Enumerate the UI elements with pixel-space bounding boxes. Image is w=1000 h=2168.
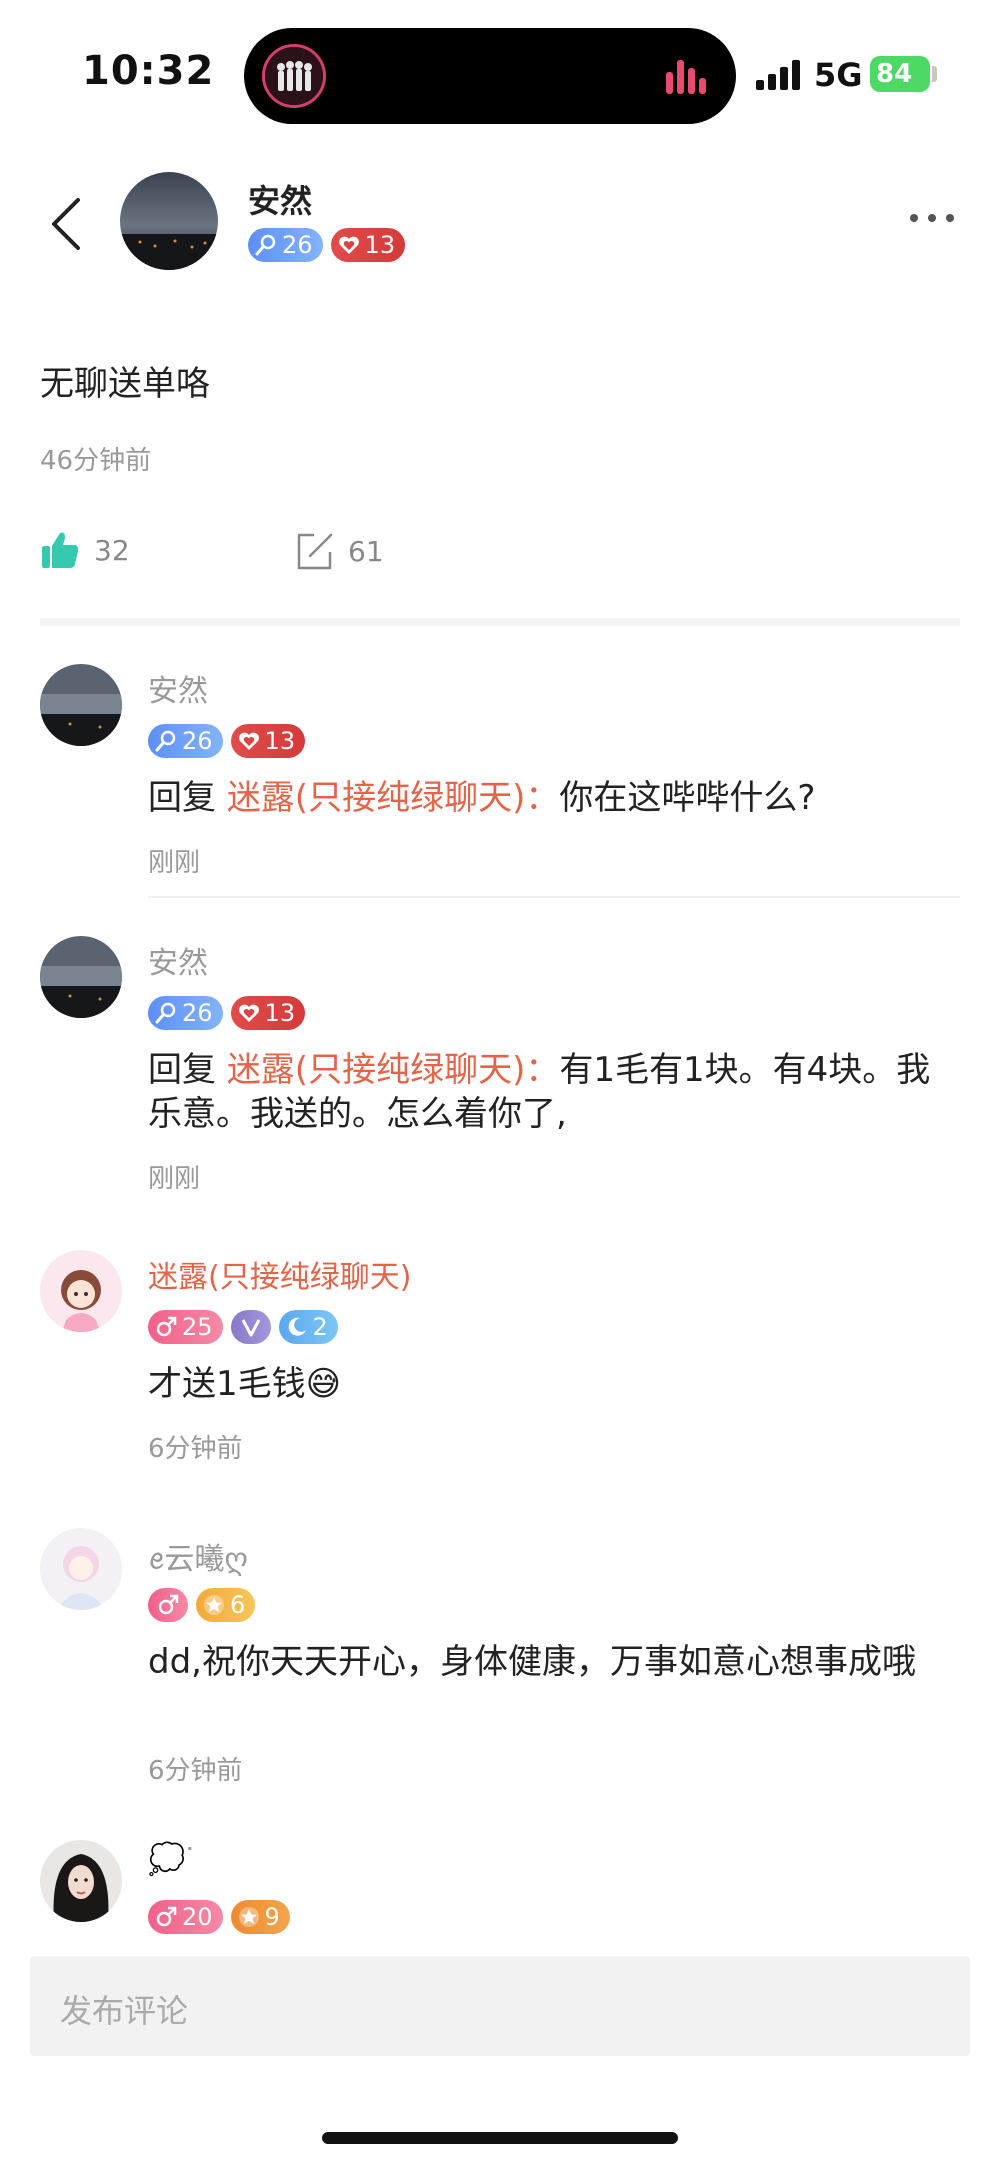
level-badge: 26: [148, 724, 223, 758]
commenter-badges: 6: [148, 1588, 256, 1622]
comment-button[interactable]: 61: [294, 530, 384, 572]
comment-divider: [148, 896, 960, 898]
verified-badge: [230, 1310, 271, 1344]
charm-badge: 13: [230, 996, 306, 1030]
mention-link[interactable]: 迷露(只接纯绿聊天)：: [227, 778, 560, 818]
charm-badge: 13: [230, 724, 306, 758]
edit-comment-icon: [297, 533, 333, 570]
charm-value: 13: [264, 727, 296, 755]
post-author-name[interactable]: 安然: [248, 176, 312, 222]
comment-text[interactable]: dd,祝你天天开心，身体健康，万事如意心想事成哦: [148, 1640, 948, 1684]
star-level-badge: 9: [230, 1900, 290, 1934]
charm-value: 13: [264, 999, 296, 1027]
commenter-badges: 25 2: [148, 1310, 338, 1344]
star-level-badge: 6: [196, 1588, 256, 1622]
moon-icon: [288, 1317, 306, 1336]
commenter-name[interactable]: 迷露(只接纯绿聊天): [148, 1252, 411, 1296]
level-value: 26: [182, 999, 213, 1027]
charm-badge: 13: [330, 228, 406, 262]
level-badge: 26: [248, 228, 323, 262]
home-indicator[interactable]: [322, 2132, 678, 2144]
dynamic-island[interactable]: [244, 28, 736, 124]
clock: 10:32: [82, 48, 215, 94]
section-divider: [40, 618, 960, 626]
battery-icon: 84: [870, 56, 930, 92]
comment-input-placeholder: 发布评论: [60, 1992, 189, 2030]
commenter-avatar[interactable]: [40, 1840, 122, 1922]
comment-body: 你在这哔哔什么?: [559, 778, 816, 818]
level-value: 26: [282, 231, 313, 259]
battery-level: 84: [876, 59, 913, 89]
comment-timestamp: 刚刚: [148, 848, 201, 878]
commenter-badges: 26 13: [148, 996, 306, 1030]
commenter-avatar[interactable]: [40, 936, 122, 1018]
level-badge: 26: [148, 996, 223, 1030]
gender-badge: [148, 1588, 188, 1622]
comment-input[interactable]: 发布评论: [30, 1956, 970, 2056]
post-author-badges: 26 13: [248, 228, 406, 262]
heart-icon: [238, 732, 259, 750]
thumbs-up-icon: [42, 532, 79, 568]
reply-prefix: 回复: [148, 1050, 227, 1090]
back-arrow-icon[interactable]: [46, 196, 86, 252]
comment-timestamp: 刚刚: [148, 1164, 201, 1194]
music-album-icon: [262, 44, 326, 108]
like-button[interactable]: 32: [40, 530, 130, 570]
age-value: 20: [182, 1903, 213, 1931]
reply-prefix: 回复: [148, 778, 227, 818]
post-content: 无聊送单咯: [40, 364, 210, 404]
male-icon: [156, 1316, 177, 1337]
microphone-icon: [155, 730, 176, 752]
star-icon: [238, 1907, 259, 1927]
moon-level-badge: 2: [278, 1310, 338, 1344]
male-icon: [156, 1906, 177, 1927]
heart-icon: [238, 1004, 259, 1022]
charm-value: 13: [364, 231, 396, 259]
commenter-name[interactable]: 安然: [148, 666, 208, 710]
comment-text[interactable]: 才送1毛钱😅: [148, 1362, 948, 1406]
level-value: 26: [182, 727, 213, 755]
status-bar: 10:32 5G 84: [0, 0, 1000, 150]
comment-text[interactable]: 回复 迷露(只接纯绿聊天)：有1毛有1块。有4块。我乐意。我送的。怎么着你了,: [148, 1048, 948, 1136]
more-options-icon[interactable]: [908, 206, 956, 230]
battery-tip: [932, 66, 937, 82]
microphone-icon: [255, 234, 276, 256]
moon-level-value: 2: [312, 1313, 328, 1341]
signal-icon: [756, 60, 800, 90]
audio-wave-icon: [666, 60, 706, 94]
star-level-value: 9: [264, 1903, 280, 1931]
verified-v-icon: [241, 1319, 260, 1337]
age-value: 25: [182, 1313, 213, 1341]
microphone-icon: [155, 1002, 176, 1024]
post-timestamp: 46分钟前: [40, 446, 152, 476]
commenter-name[interactable]: 安然: [148, 938, 208, 982]
commenter-badges: 26 13: [148, 724, 306, 758]
commenter-avatar[interactable]: [40, 1250, 122, 1332]
comment-text[interactable]: 回复 迷露(只接纯绿聊天)：你在这哔哔什么?: [148, 776, 948, 820]
commenter-name[interactable]: ꫀ云曦ღ: [148, 1530, 248, 1593]
gender-age-badge: 25: [148, 1310, 223, 1344]
comment-timestamp: 6分钟前: [148, 1756, 243, 1786]
comment-timestamp: 6分钟前: [148, 1434, 243, 1464]
commenter-avatar[interactable]: [40, 1528, 122, 1610]
gender-age-badge: 20: [148, 1900, 223, 1934]
heart-icon: [338, 236, 359, 254]
star-level-value: 6: [230, 1591, 246, 1619]
comment-count: 61: [348, 534, 384, 568]
commenter-badges: 20 9: [148, 1900, 290, 1934]
like-count: 32: [94, 533, 130, 567]
commenter-avatar[interactable]: [40, 664, 122, 746]
network-type: 5G: [814, 56, 863, 94]
male-icon: [158, 1594, 179, 1615]
star-icon: [204, 1595, 224, 1615]
mention-link[interactable]: 迷露(只接纯绿聊天)：: [227, 1050, 560, 1090]
commenter-name[interactable]: 💭ᐝ: [148, 1842, 193, 1877]
post-author-avatar[interactable]: [120, 172, 218, 270]
